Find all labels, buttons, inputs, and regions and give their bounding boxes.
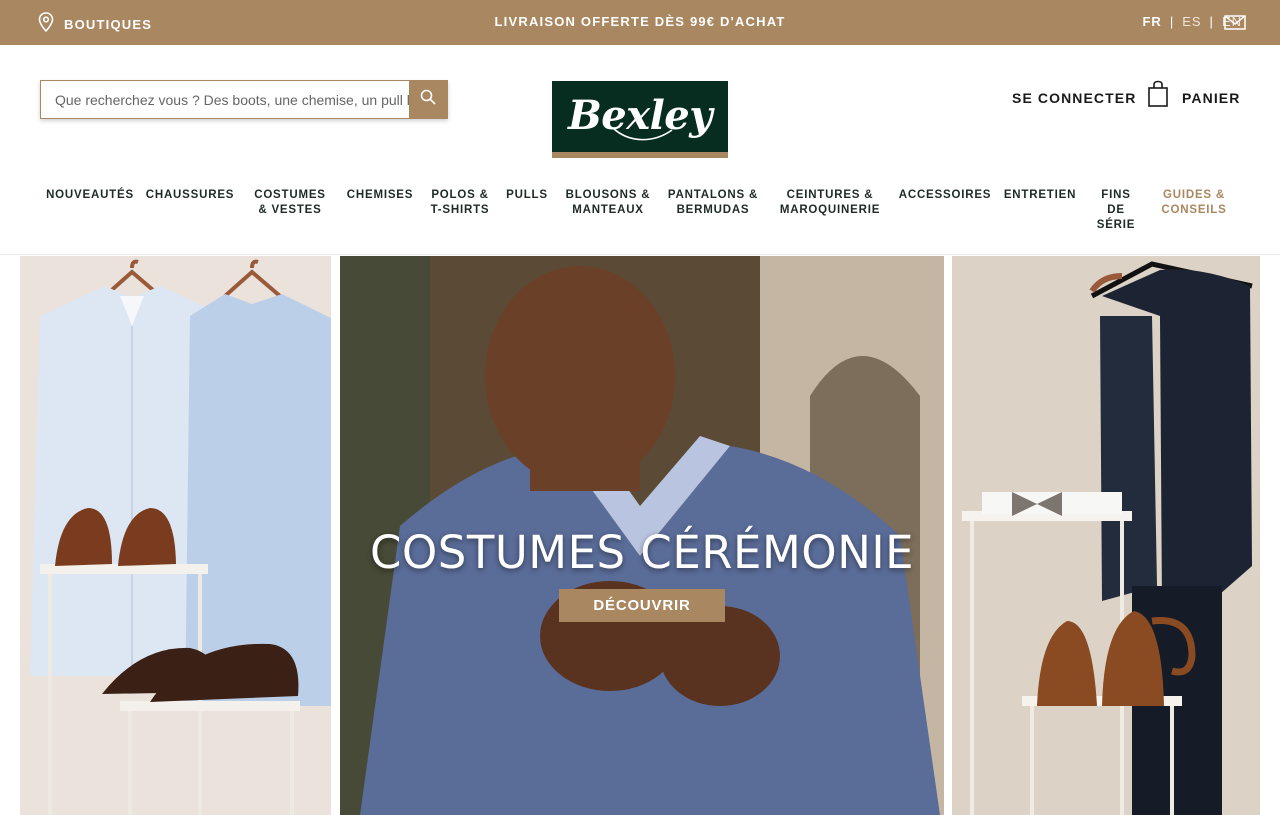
nav-item-entretien[interactable]: ENTRETIEN (1004, 188, 1076, 203)
nav-item-ceintures-maroquinerie[interactable]: CEINTURES & MAROQUINERIE (780, 188, 880, 218)
nav-item-guides-conseils[interactable]: GUIDES & CONSEILS (1161, 188, 1226, 218)
nav-item-pulls[interactable]: PULLS (506, 188, 548, 203)
nav-item-accessoires[interactable]: ACCESSOIRES (899, 188, 992, 203)
search-bar (40, 80, 448, 119)
nav-item-costumes-vestes[interactable]: COSTUMES & VESTES (254, 188, 326, 218)
nav-item-chaussures[interactable]: CHAUSSURES (146, 188, 235, 203)
lang-separator: | (1169, 14, 1175, 29)
cart-link[interactable]: PANIER (1182, 90, 1240, 106)
shopping-bag-icon[interactable] (1147, 80, 1169, 113)
shirts-shoes-illustration (20, 256, 331, 815)
nav-item-polos-tshirts[interactable]: POLOS & T-SHIRTS (431, 188, 490, 218)
nav-item-fins-de-serie[interactable]: FINS DE SÉRIE (1097, 188, 1136, 233)
search-icon (420, 89, 436, 110)
hero-title: COSTUMES CÉRÉMONIE (369, 526, 915, 579)
free-shipping-banner: LIVRAISON OFFERTE DÈS 99€ D'ACHAT (494, 14, 786, 29)
nav-item-blousons-manteaux[interactable]: BLOUSONS & MANTEAUX (566, 188, 651, 218)
lang-fr[interactable]: FR (1142, 14, 1161, 29)
discover-button[interactable]: DÉCOUVRIR (559, 589, 725, 622)
brand-logo[interactable]: Bexley (552, 81, 728, 158)
lang-es[interactable]: ES (1182, 14, 1201, 29)
search-input[interactable] (41, 81, 410, 118)
main-navigation: NOUVEAUTÉS CHAUSSURES COSTUMES & VESTES … (0, 188, 1280, 248)
sign-in-link[interactable]: SE CONNECTER (1012, 90, 1136, 106)
lang-separator: | (1209, 14, 1214, 29)
mail-icon[interactable] (1224, 15, 1246, 35)
nav-item-chemises[interactable]: CHEMISES (347, 188, 413, 203)
hero-banner-ceremony-suits[interactable]: COSTUMES CÉRÉMONIE DÉCOUVRIR (340, 256, 944, 815)
hero-image-shirts-shoes[interactable] (20, 256, 331, 815)
nav-item-nouveautes[interactable]: NOUVEAUTÉS (46, 188, 134, 203)
nav-item-pantalons-bermudas[interactable]: PANTALONS & BERMUDAS (668, 188, 758, 218)
hero-image-waistcoat-accessories[interactable] (952, 256, 1260, 815)
top-bar: BOUTIQUES LIVRAISON OFFERTE DÈS 99€ D'AC… (0, 0, 1280, 45)
header-divider (0, 254, 1280, 255)
search-button[interactable] (409, 81, 447, 118)
logo-swoosh-icon (613, 128, 673, 141)
waistcoat-accessories-illustration (952, 256, 1260, 815)
